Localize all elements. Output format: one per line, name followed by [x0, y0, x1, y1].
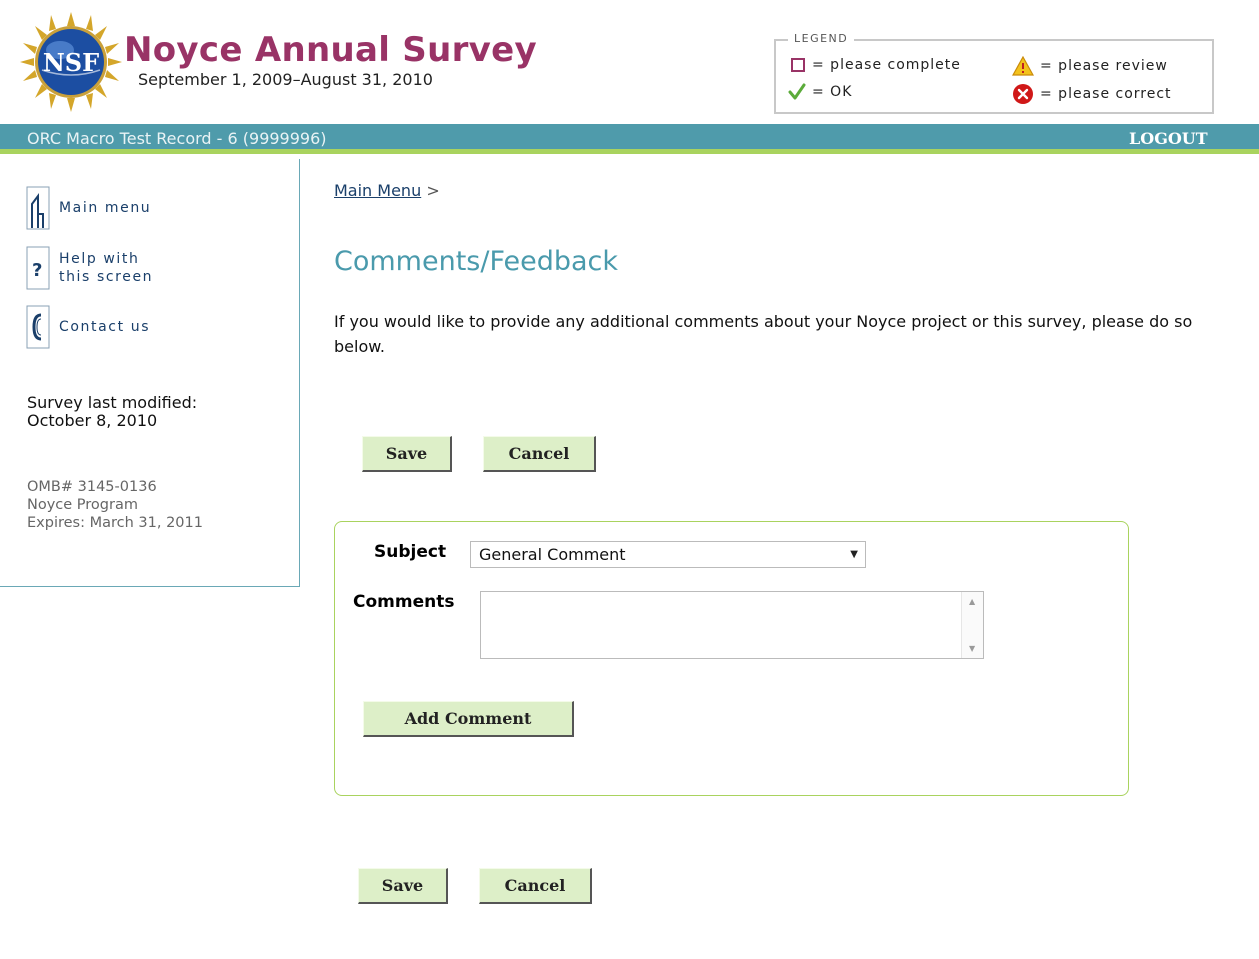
legend-label: = please review [1040, 58, 1168, 74]
scroll-down-icon[interactable]: ▼ [969, 644, 975, 653]
header: NSF Noyce Annual Survey September 1, 200… [0, 0, 1259, 124]
app-title: Noyce Annual Survey [124, 30, 537, 70]
sidebar-link-help[interactable]: ? Help with this screen [26, 246, 153, 290]
label-line: Help with [59, 251, 140, 267]
svg-text:?: ? [32, 260, 44, 281]
comments-label: Comments [353, 592, 455, 612]
sidebar-link-label: Contact us [59, 318, 150, 336]
survey-period: September 1, 2009–August 31, 2010 [138, 70, 433, 89]
help-icon: ? [26, 246, 50, 290]
comment-form: Subject General Comment ▼ Comments ▲ ▼ A… [334, 521, 1129, 796]
survey-modified: Survey last modified: October 8, 2010 [27, 394, 197, 430]
home-icon [26, 186, 50, 230]
sidebar-link-main-menu[interactable]: Main menu [26, 186, 151, 230]
error-icon [1013, 84, 1033, 104]
subject-label: Subject [374, 542, 447, 562]
sidebar-link-label: Main menu [59, 199, 151, 217]
subject-selected-value: General Comment [479, 545, 626, 564]
incomplete-checkbox-icon [791, 58, 805, 72]
label-line: this screen [59, 269, 154, 285]
program-name: Noyce Program [27, 497, 138, 513]
legend-label: = please complete [812, 57, 961, 73]
cancel-button-top[interactable]: Cancel [483, 436, 596, 472]
save-button-top[interactable]: Save [362, 436, 452, 472]
save-button-bottom[interactable]: Save [358, 868, 448, 904]
legend-title: LEGEND [788, 32, 855, 45]
record-bar: ORC Macro Test Record - 6 (9999996) LOGO… [0, 124, 1259, 154]
record-name: ORC Macro Test Record - 6 (9999996) [27, 129, 327, 148]
subject-select[interactable]: General Comment ▼ [470, 541, 866, 568]
scroll-up-icon[interactable]: ▲ [969, 597, 975, 606]
add-comment-button[interactable]: Add Comment [363, 701, 574, 737]
textarea-scrollbar[interactable]: ▲ ▼ [961, 592, 983, 658]
legend-label: = please correct [1040, 86, 1172, 102]
legend-box: LEGEND = please complete = please review… [774, 32, 1214, 114]
legend-item-please-complete: = please complete [790, 57, 961, 73]
label-line: Main menu [59, 200, 152, 216]
breadcrumb-main-menu[interactable]: Main Menu [334, 181, 421, 200]
intro-text: If you would like to provide any additio… [334, 312, 1193, 356]
expiration: Expires: March 31, 2011 [27, 515, 203, 531]
sidebar: Main menu ? Help with this screen Contac… [0, 159, 300, 587]
cancel-button-bottom[interactable]: Cancel [479, 868, 592, 904]
sidebar-link-contact[interactable]: Contact us [26, 305, 150, 349]
modified-label: Survey last modified: [27, 393, 198, 412]
legend-item-ok: = OK [788, 83, 852, 101]
logout-link[interactable]: LOGOUT [1129, 129, 1208, 148]
modified-date: October 8, 2010 [27, 411, 158, 430]
page-title: Comments/Feedback [334, 246, 619, 277]
checkmark-icon [788, 83, 806, 100]
label-line: Contact us [59, 319, 151, 335]
sidebar-link-label: Help with this screen [59, 250, 153, 286]
breadcrumb: Main Menu > [334, 181, 440, 200]
phone-icon [26, 305, 50, 349]
omb-info: OMB# 3145-0136 Noyce Program Expires: Ma… [27, 478, 203, 532]
warning-icon [1012, 56, 1034, 76]
legend-label: = OK [812, 84, 853, 100]
legend-item-please-review: = please review [1012, 56, 1168, 76]
comments-textarea[interactable]: ▲ ▼ [480, 591, 984, 659]
logo-text: NSF [43, 48, 99, 77]
legend-item-please-correct: = please correct [1012, 83, 1172, 105]
breadcrumb-separator: > [426, 181, 440, 200]
omb-number: OMB# 3145-0136 [27, 479, 157, 495]
nsf-logo: NSF [20, 12, 122, 112]
dropdown-arrow-icon: ▼ [850, 549, 858, 560]
